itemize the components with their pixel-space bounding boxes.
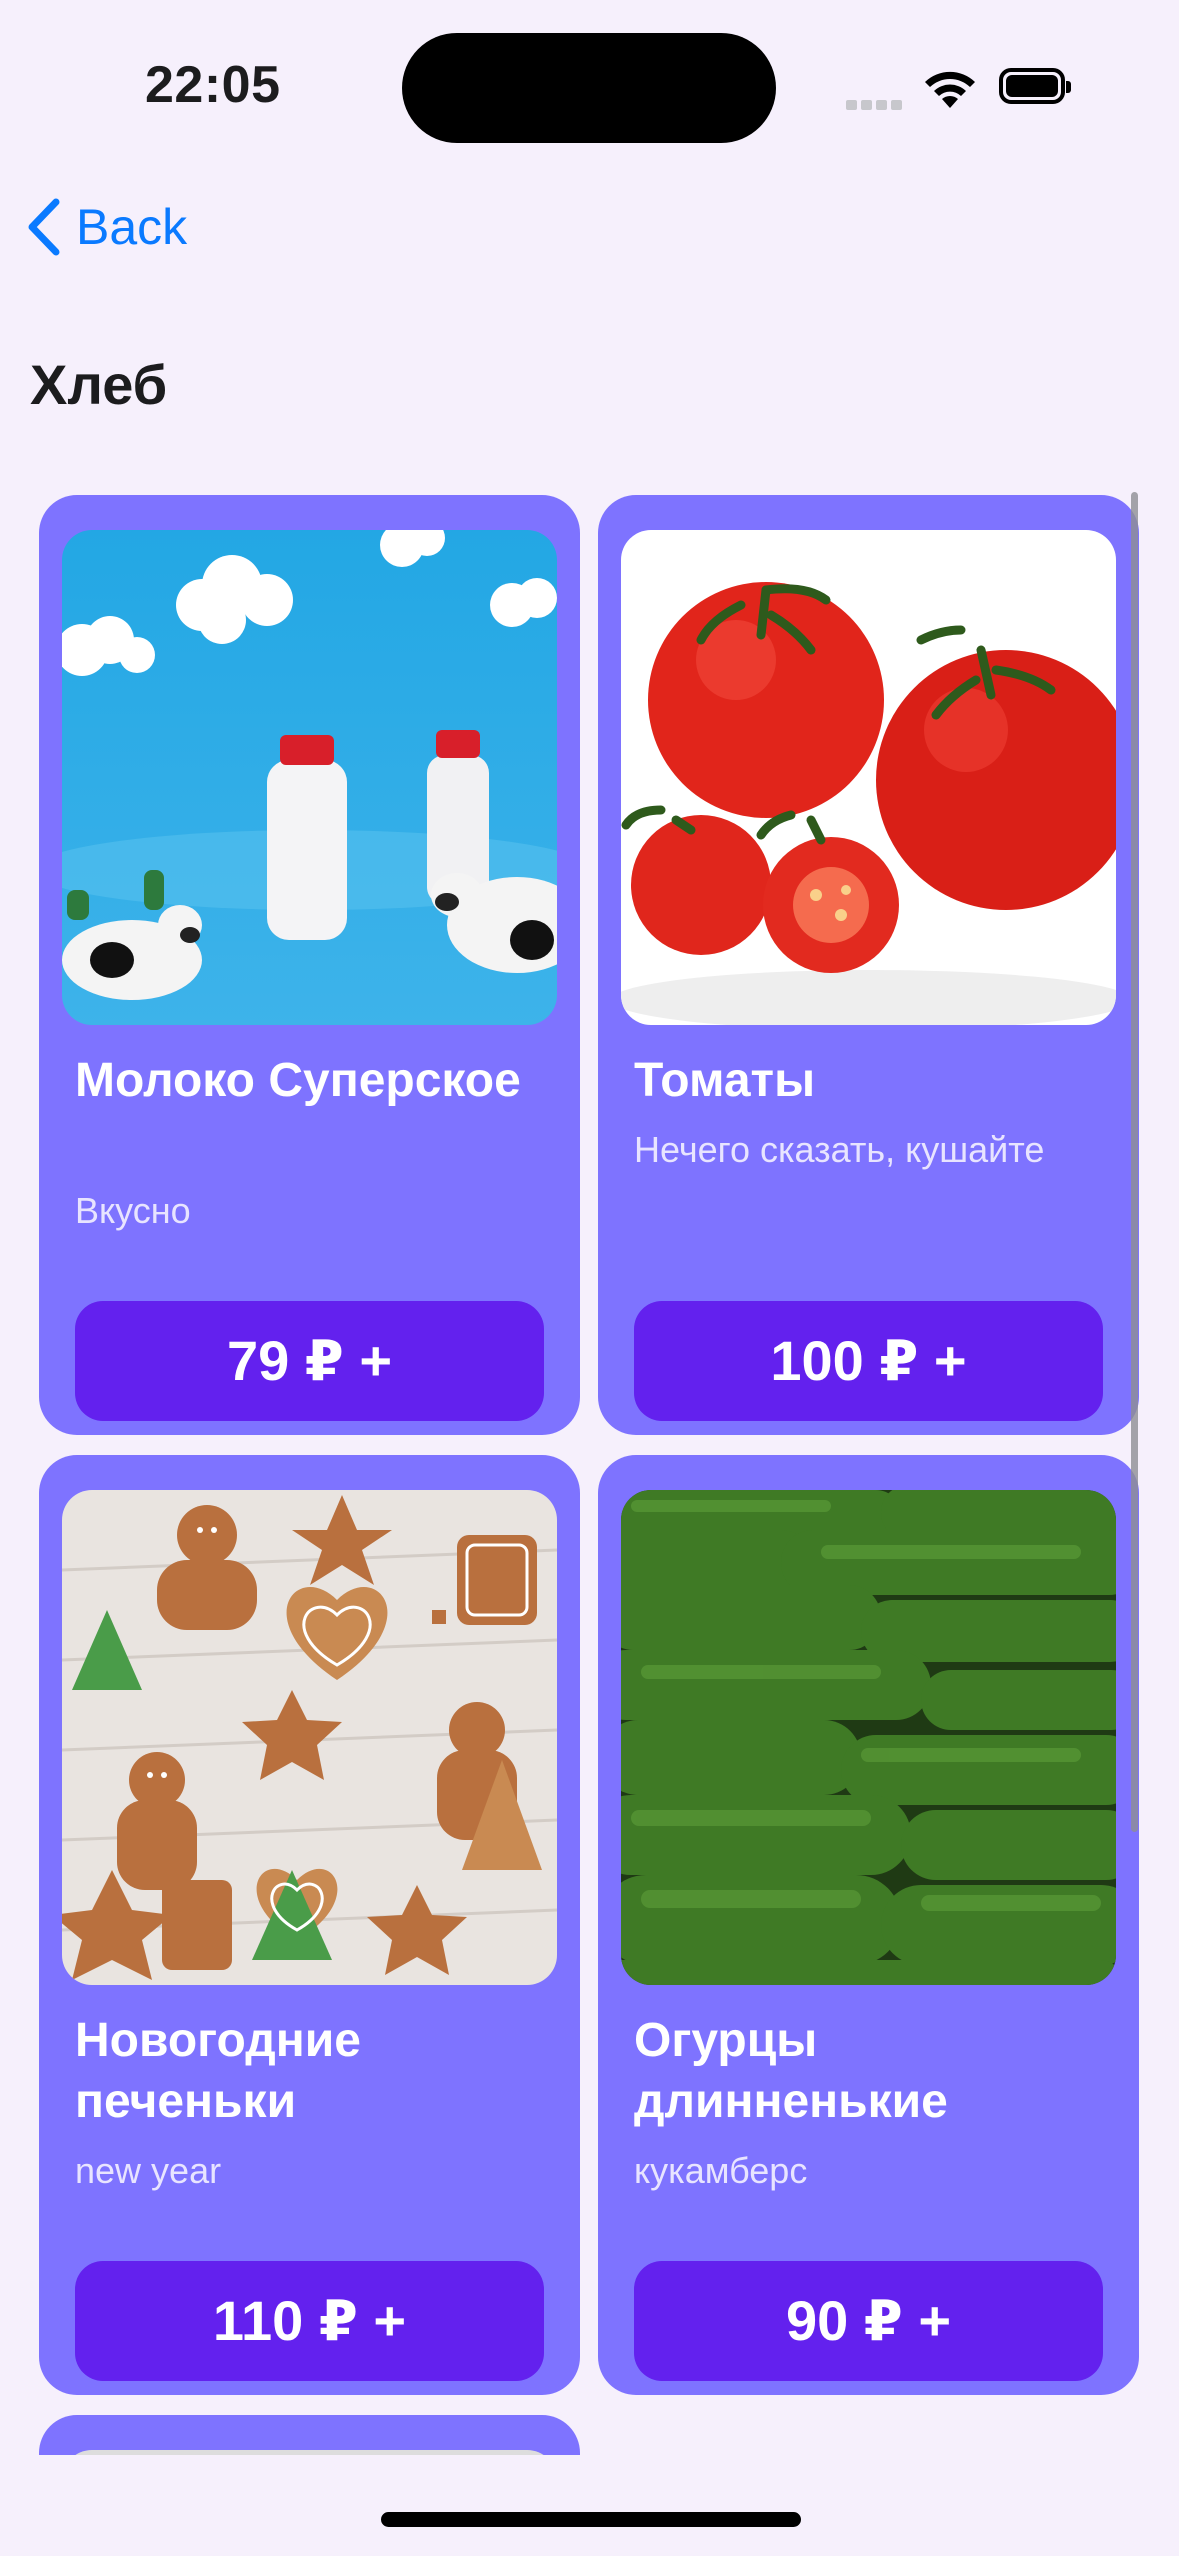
product-image-milk	[62, 530, 557, 1025]
product-title: Томаты	[634, 1054, 816, 1107]
product-card[interactable]: Огурцы длинненькие кукамберс 90 ₽ +	[598, 1455, 1139, 2395]
product-image-tomatoes	[621, 530, 1116, 1025]
home-indicator[interactable]	[381, 2512, 801, 2527]
product-title: Молоко Суперское	[75, 1054, 521, 1107]
scrollbar[interactable]	[1131, 492, 1138, 1832]
add-to-cart-button[interactable]: 100 ₽ +	[634, 1301, 1103, 1421]
product-card[interactable]: Томаты Нечего сказать, кушайте 100 ₽ +	[598, 495, 1139, 1435]
product-image-gingerbread	[62, 1490, 557, 1985]
product-image-cucumbers	[621, 1490, 1116, 1985]
add-to-cart-button[interactable]: 110 ₽ +	[75, 2261, 544, 2381]
product-subtitle: new year	[75, 2150, 222, 2191]
product-card[interactable]: Молоко Суперское Вкусно 79 ₽ +	[39, 495, 580, 1435]
product-subtitle: Нечего сказать, кушайте	[634, 1129, 1045, 1170]
product-card[interactable]: Новогодние печеньки new year 110 ₽ +	[39, 1455, 580, 2395]
product-subtitle: Вкусно	[75, 1190, 191, 1231]
add-to-cart-button[interactable]: 90 ₽ +	[634, 2261, 1103, 2381]
add-to-cart-button[interactable]: 79 ₽ +	[75, 1301, 544, 1421]
product-subtitle: кукамберс	[634, 2150, 808, 2191]
product-grid: Молоко Суперское Вкусно 79 ₽ + Томаты Не…	[0, 0, 1179, 2556]
product-title: Огурцы длинненькие	[634, 2014, 948, 2128]
product-title: Новогодние печеньки	[75, 2014, 361, 2128]
product-card[interactable]	[39, 2415, 580, 2455]
